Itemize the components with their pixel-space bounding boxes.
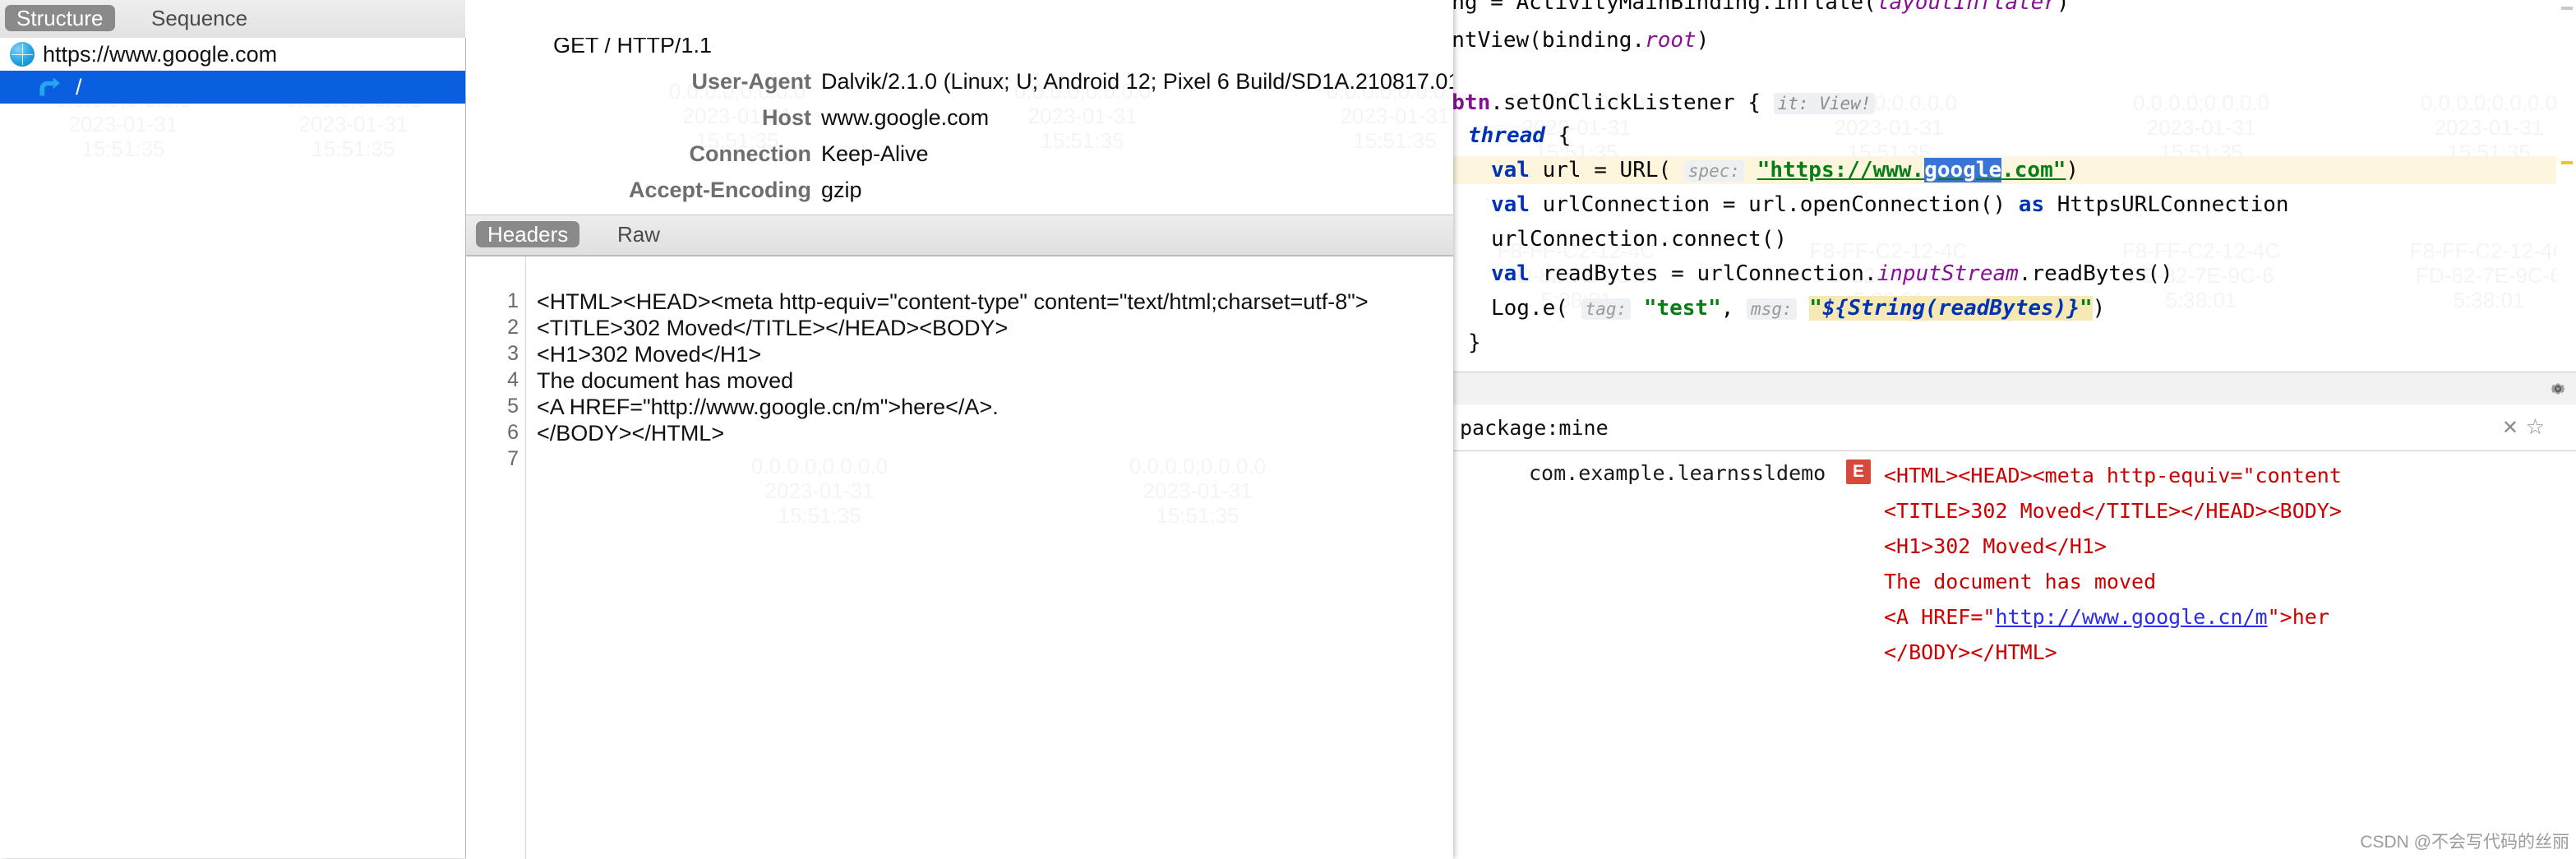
tree-item-label: https://www.google.com — [43, 42, 278, 67]
request-line: GET / HTTP/1.1 — [553, 38, 713, 58]
star-icon[interactable]: ☆ — [2526, 414, 2545, 440]
tab-headers[interactable]: Headers — [476, 221, 580, 247]
request-detail-panel: 0.0.0.0;0.0.0.0 2023-01-31 15:51:35 0.0.… — [466, 0, 1453, 859]
code-line-url-decl: val url = URL( spec: "https://www.google… — [1491, 158, 2080, 182]
watermark: 0.0.0.0;0.0.0.0 2023-01-31 15:51:35 — [2094, 90, 2308, 164]
body-view-tabstrip[interactable]: Headers Raw — [466, 215, 1453, 256]
code-keyword-val: val — [1491, 192, 1530, 217]
logcat-filter-row[interactable]: ✕ ☆ — [1453, 404, 2576, 451]
gutter-marker — [2561, 7, 2573, 10]
logcat-link[interactable]: http://www.google.cn/m — [1995, 605, 2267, 629]
logcat-filter-input[interactable] — [1453, 411, 2522, 444]
logcat-output[interactable]: com.example.learnssldemo E <HTML><HEAD><… — [1453, 451, 2576, 858]
tree-row-path[interactable]: / — [0, 71, 465, 104]
code-keyword-val: val — [1491, 158, 1530, 182]
body-line: <TITLE>302 Moved</TITLE></HEAD><BODY> — [537, 316, 1009, 340]
code-line-thread: thread { — [1468, 123, 1572, 148]
header-value: Dalvik/2.1.0 (Linux; U; Android 12; Pixe… — [821, 69, 1453, 94]
code-token-layoutinflater: layoutInflater — [1876, 0, 2057, 15]
param-hint-tag: tag: — [1581, 298, 1632, 320]
header-name: User-Agent — [691, 69, 811, 94]
header-name: Accept-Encoding — [628, 178, 811, 202]
tree-item-label: / — [76, 75, 82, 99]
tab-structure[interactable]: Structure — [5, 5, 115, 31]
body-line: <H1>302 Moved</H1> — [537, 342, 762, 367]
code-token-root: root — [1645, 28, 1697, 53]
kotlin-code-editor[interactable]: 0.0.0.0;0.0.0.0 2023-01-31 15:51:35 0.0.… — [1453, 0, 2576, 372]
code-line-urlconnection-decl: val urlConnection = url.openConnection()… — [1491, 192, 2289, 217]
android-studio-window: 0.0.0.0;0.0.0.0 2023-01-31 15:51:35 0.0.… — [1453, 0, 2576, 858]
watermark: 0.0.0.0;0.0.0.0 2023-01-31 15:51:35 — [713, 454, 926, 528]
header-name: Host — [762, 105, 811, 130]
logcat-toolbar[interactable] — [1453, 372, 2576, 406]
code-line-readbytes: val readBytes = urlConnection.inputStrea… — [1491, 261, 2173, 286]
session-tree[interactable]: 0.0.0.0;0.0.0.0 2023-01-31 15:51:35 0.0.… — [0, 38, 466, 858]
close-icon[interactable]: ✕ — [2502, 416, 2518, 440]
gutter-marker — [2561, 161, 2573, 164]
editor-marker-gutter[interactable] — [2556, 0, 2576, 372]
header-value: gzip — [821, 178, 862, 202]
code-text: ContentView(binding. — [1453, 28, 1646, 53]
line-number-gutter: 1 2 3 4 5 6 7 — [466, 256, 526, 859]
selected-text[interactable]: google — [1924, 158, 2002, 182]
redirect-arrow-icon — [39, 78, 60, 96]
code-text: Log.e( — [1491, 296, 1568, 321]
code-keyword-as: as — [2018, 192, 2045, 217]
logcat-line: The document has moved — [1884, 570, 2157, 593]
tab-raw[interactable]: Raw — [606, 221, 672, 247]
logcat-line: <TITLE>302 Moved</TITLE></HEAD><BODY> — [1884, 499, 2342, 523]
headers-list: 0.0.0.0;0.0.0.0 2023-01-31 15:51:35 0.0.… — [466, 38, 1453, 215]
watermark: 0.0.0.0;0.0.0.0 2023-01-31 15:51:35 — [2382, 90, 2576, 164]
logcat-line: </BODY></HTML> — [1884, 640, 2057, 664]
body-line: </BODY></HTML> — [537, 421, 725, 446]
logcat-package-name: com.example.learnssldemo — [1529, 461, 1826, 485]
param-hint-spec: spec: — [1683, 160, 1745, 182]
line-number: 2 — [507, 316, 519, 339]
line-number: 6 — [507, 421, 519, 444]
code-token-btn: btn — [1453, 90, 1491, 115]
line-number: 1 — [507, 289, 519, 312]
tree-row-host[interactable]: https://www.google.com — [0, 38, 465, 71]
code-text: binding = ActivityMainBinding.inflate( — [1453, 0, 1877, 15]
logcat-line-with-link: <A HREF="http://www.google.cn/m">her — [1884, 605, 2329, 629]
code-token-inputstream: inputStream — [1877, 261, 2019, 286]
gear-icon[interactable] — [2548, 379, 2568, 399]
param-hint-it: it: View! — [1773, 93, 1876, 114]
code-type-httpsurlconnection: HttpsURLConnection — [2057, 192, 2289, 217]
code-line-log: Log.e( tag: "test", msg: "${String(readB… — [1491, 296, 2106, 321]
code-line-closing-brace: } — [1468, 330, 1481, 355]
header-value: www.google.com — [821, 105, 990, 130]
header-value: Keep-Alive — [821, 141, 929, 166]
tab-sequence[interactable]: Sequence — [140, 5, 259, 31]
header-name: Connection — [689, 141, 812, 166]
watermark: F8-FF-C2-12-4C FD-82-7E-9C-6 5:38:01 — [2382, 238, 2576, 312]
code-keyword-val: val — [1491, 261, 1530, 286]
line-number: 4 — [507, 368, 519, 391]
body-line: <A HREF="http://www.google.cn/m">here</A… — [537, 395, 999, 419]
globe-icon — [10, 42, 35, 67]
logcat-line: <HTML><HEAD><meta http-equiv="content — [1884, 464, 2342, 487]
line-number: 7 — [507, 447, 519, 470]
code-line-setcontentview: ContentView(binding.root) — [1453, 28, 1709, 53]
param-hint-msg: msg: — [1747, 298, 1797, 320]
body-line: The document has moved — [537, 368, 794, 393]
code-line-connect: urlConnection.connect() — [1491, 227, 1787, 252]
watermark-credit: CSDN @不会写代码的丝丽 — [2360, 833, 2569, 852]
line-number: 5 — [507, 395, 519, 418]
watermark: 0.0.0.0;0.0.0.0 2023-01-31 15:51:35 — [1091, 454, 1304, 528]
code-line-binding-inflate: binding = ActivityMainBinding.inflate(la… — [1453, 0, 2070, 15]
logcat-line: <H1>302 Moved</H1> — [1884, 534, 2107, 558]
code-text: urlConnection.connect() — [1491, 227, 1788, 252]
code-token-thread: thread — [1468, 123, 1545, 148]
body-line: <HTML><HEAD><meta http-equiv="content-ty… — [537, 289, 1369, 314]
structure-sequence-tabstrip[interactable]: Structure Sequence — [0, 0, 465, 39]
response-body-view[interactable]: 1 2 3 4 5 6 7 0.0.0.0;0.0.0.0 2023-01-31… — [466, 256, 1453, 859]
code-line-setonclicklistener: ding.btn.setOnClickListener { it: View! — [1453, 90, 1876, 116]
log-level-badge: E — [1846, 460, 1871, 484]
line-number: 3 — [507, 342, 519, 365]
code-string-test: "test" — [1643, 296, 1721, 321]
charles-proxy-window: Structure Sequence Overview Contents Sum… — [0, 0, 1453, 859]
